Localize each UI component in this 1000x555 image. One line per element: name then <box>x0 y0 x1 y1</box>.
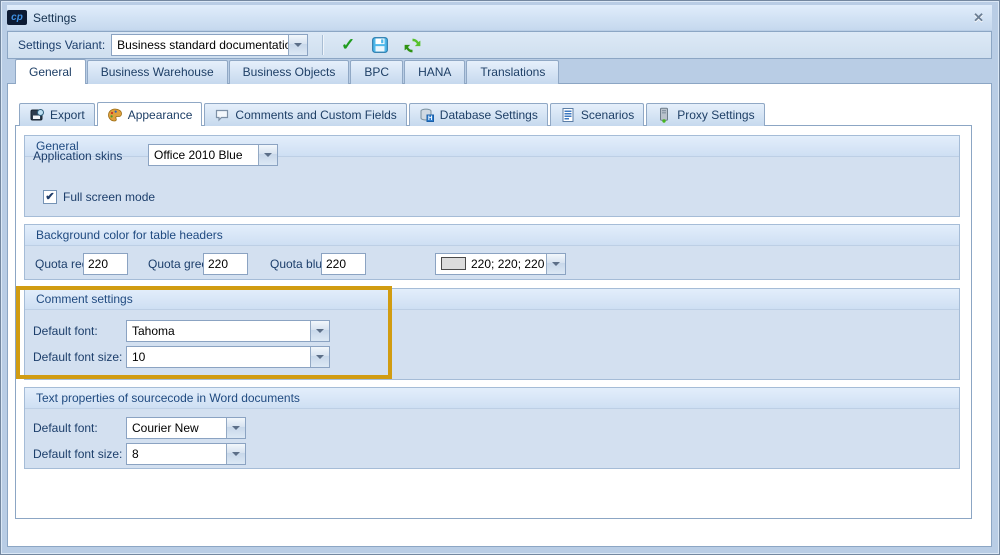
checkmark-icon: ✓ <box>341 35 355 55</box>
sourcecode-font-label: Default font: <box>33 421 98 435</box>
svg-text:H: H <box>428 116 432 122</box>
group-background-title: Background color for table headers <box>25 225 959 246</box>
color-value: 220; 220; 220 <box>466 254 546 274</box>
quota-blue-field[interactable] <box>321 253 366 275</box>
settings-dialog: cp Settings ✕ Settings Variant: Business… <box>0 0 1000 555</box>
chevron-down-icon[interactable] <box>226 418 245 438</box>
tab-proxy-label: Proxy Settings <box>677 108 754 122</box>
sourcecode-font-size-value: 8 <box>127 444 226 464</box>
group-comment-title: Comment settings <box>25 289 959 310</box>
color-combobox[interactable]: 220; 220; 220 <box>435 253 566 275</box>
save-icon <box>371 36 389 54</box>
scenarios-icon <box>560 107 576 123</box>
tab-proxy-settings[interactable]: Proxy Settings <box>646 103 764 126</box>
application-skins-combobox[interactable]: Office 2010 Blue <box>148 144 278 166</box>
title-bar: cp Settings ✕ <box>7 5 992 30</box>
comment-font-size-value: 10 <box>127 347 310 367</box>
tab-appearance[interactable]: Appearance <box>97 102 203 126</box>
close-icon[interactable]: ✕ <box>973 10 984 26</box>
checkbox-checked-icon[interactable]: ✔ <box>43 190 57 204</box>
sub-tab-bar: Export Appearance Comments and Custom Fi… <box>19 102 767 126</box>
fullscreen-checkbox-row[interactable]: ✔ Full screen mode <box>43 190 155 204</box>
group-general: General Application skins Office 2010 Bl… <box>24 135 960 217</box>
chevron-down-icon[interactable] <box>546 254 565 274</box>
tab-appearance-label: Appearance <box>128 108 193 122</box>
sourcecode-font-value: Courier New <box>127 418 226 438</box>
comment-font-size-label: Default font size: <box>33 350 122 364</box>
database-icon: H <box>419 107 435 123</box>
sourcecode-font-size-label: Default font size: <box>33 447 122 461</box>
toolbar-separator <box>322 35 323 55</box>
tab-bpc[interactable]: BPC <box>350 60 403 84</box>
quota-green-field[interactable] <box>203 253 248 275</box>
appearance-icon <box>107 107 123 123</box>
comment-font-value: Tahoma <box>127 321 310 341</box>
export-icon <box>29 107 45 123</box>
chevron-down-icon[interactable] <box>258 145 277 165</box>
tab-general[interactable]: General <box>15 59 86 84</box>
group-background-color: Background color for table headers Quota… <box>24 224 960 280</box>
chevron-down-icon[interactable] <box>226 444 245 464</box>
refresh-button[interactable] <box>399 33 425 57</box>
group-sourcecode: Text properties of sourcecode in Word do… <box>24 387 960 469</box>
tab-export-label: Export <box>50 108 85 122</box>
sourcecode-font-combobox[interactable]: Courier New <box>126 417 246 439</box>
application-skins-label: Application skins <box>33 149 122 163</box>
tab-business-warehouse[interactable]: Business Warehouse <box>87 60 228 84</box>
apply-button[interactable]: ✓ <box>335 33 361 57</box>
tab-database-settings[interactable]: H Database Settings <box>409 103 548 126</box>
tab-comments-label: Comments and Custom Fields <box>235 108 396 122</box>
app-logo-icon: cp <box>7 10 27 25</box>
appearance-panel: General Application skins Office 2010 Bl… <box>15 125 972 519</box>
proxy-icon <box>656 107 672 123</box>
quota-red-label: Quota red <box>35 257 88 271</box>
sourcecode-font-size-combobox[interactable]: 8 <box>126 443 246 465</box>
settings-variant-label: Settings Variant: <box>18 38 105 52</box>
tab-translations[interactable]: Translations <box>466 60 559 84</box>
comments-icon <box>214 107 230 123</box>
toolbar: Settings Variant: Business standard docu… <box>7 31 992 59</box>
color-swatch <box>441 257 466 270</box>
refresh-icon <box>404 37 421 54</box>
tab-database-label: Database Settings <box>440 108 538 122</box>
fullscreen-label: Full screen mode <box>63 190 155 204</box>
tab-scenarios-label: Scenarios <box>581 108 634 122</box>
tab-export[interactable]: Export <box>19 103 95 126</box>
save-button[interactable] <box>367 33 393 57</box>
application-skins-value: Office 2010 Blue <box>149 145 258 165</box>
main-tab-bar: General Business Warehouse Business Obje… <box>15 59 560 84</box>
chevron-down-icon[interactable] <box>310 321 329 341</box>
comment-font-combobox[interactable]: Tahoma <box>126 320 330 342</box>
quota-blue-label: Quota blue <box>270 257 329 271</box>
tab-business-objects[interactable]: Business Objects <box>229 60 350 84</box>
chevron-down-icon[interactable] <box>310 347 329 367</box>
tab-scenarios[interactable]: Scenarios <box>550 103 644 126</box>
settings-variant-combobox[interactable]: Business standard documentation <box>111 34 308 56</box>
window-title: Settings <box>33 11 76 25</box>
comment-font-size-combobox[interactable]: 10 <box>126 346 330 368</box>
group-comment-settings: Comment settings Default font: Tahoma De… <box>24 288 960 380</box>
settings-variant-value: Business standard documentation <box>112 35 288 55</box>
group-sourcecode-title: Text properties of sourcecode in Word do… <box>25 388 959 409</box>
tab-hana[interactable]: HANA <box>404 60 465 84</box>
chevron-down-icon[interactable] <box>288 35 307 55</box>
quota-red-field[interactable] <box>83 253 128 275</box>
tab-comments-custom-fields[interactable]: Comments and Custom Fields <box>204 103 406 126</box>
comment-font-label: Default font: <box>33 324 98 338</box>
